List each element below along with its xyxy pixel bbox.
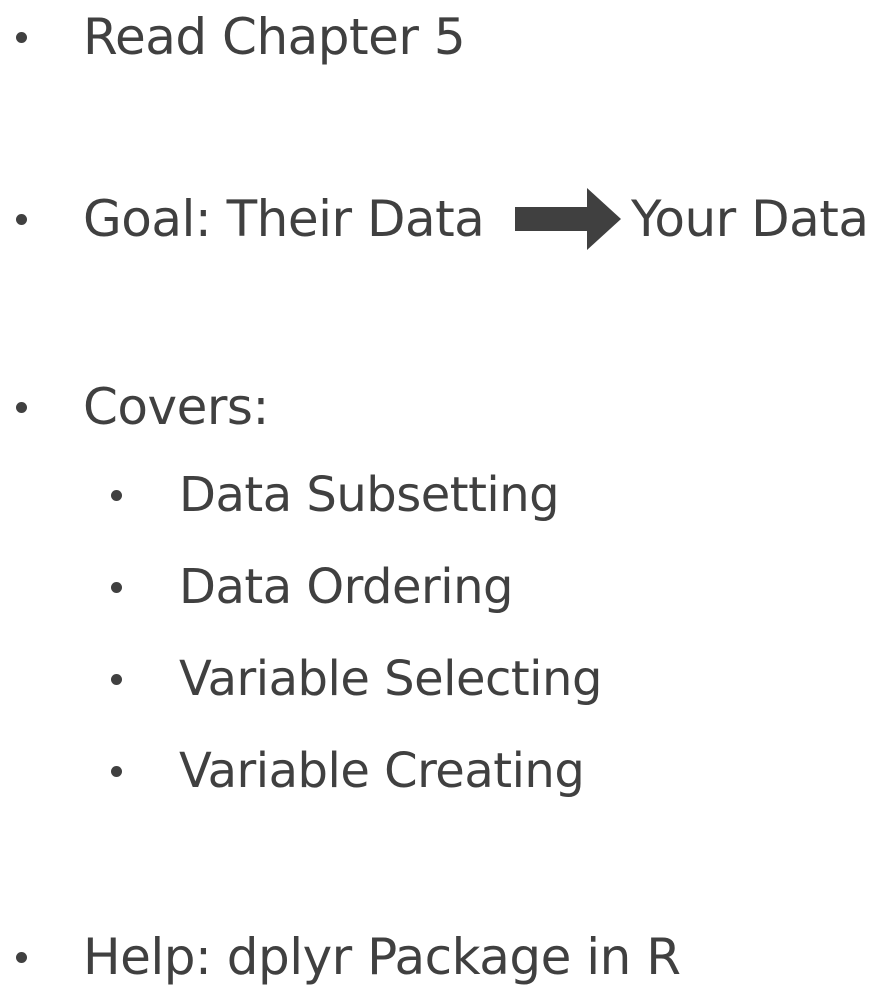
- bullet-dot: [16, 952, 27, 963]
- bullet-goal-prefix: Goal: Their Data: [83, 190, 485, 248]
- bullet-dot: [16, 402, 27, 413]
- sub-item-data-subsetting: Data Subsetting: [179, 467, 560, 523]
- bullet-help: Help: dplyr Package in R: [83, 928, 681, 986]
- sub-item-variable-creating: Variable Creating: [179, 743, 585, 799]
- sub-bullet-dot: [111, 766, 122, 777]
- bullet-covers: Covers:: [83, 378, 269, 436]
- bullet-read-chapter: Read Chapter 5: [83, 8, 466, 66]
- bullet-dot: [16, 214, 27, 225]
- right-arrow-icon: [515, 188, 621, 250]
- bullet-goal-suffix: Your Data: [631, 190, 869, 248]
- sub-bullet-dot: [111, 674, 122, 685]
- sub-bullet-dot: [111, 582, 122, 593]
- sub-item-variable-selecting: Variable Selecting: [179, 651, 602, 707]
- bullet-dot: [16, 32, 27, 43]
- slide: Read Chapter 5 Goal: Their Data Your Dat…: [0, 0, 883, 986]
- sub-bullet-dot: [111, 490, 122, 501]
- sub-item-data-ordering: Data Ordering: [179, 559, 514, 615]
